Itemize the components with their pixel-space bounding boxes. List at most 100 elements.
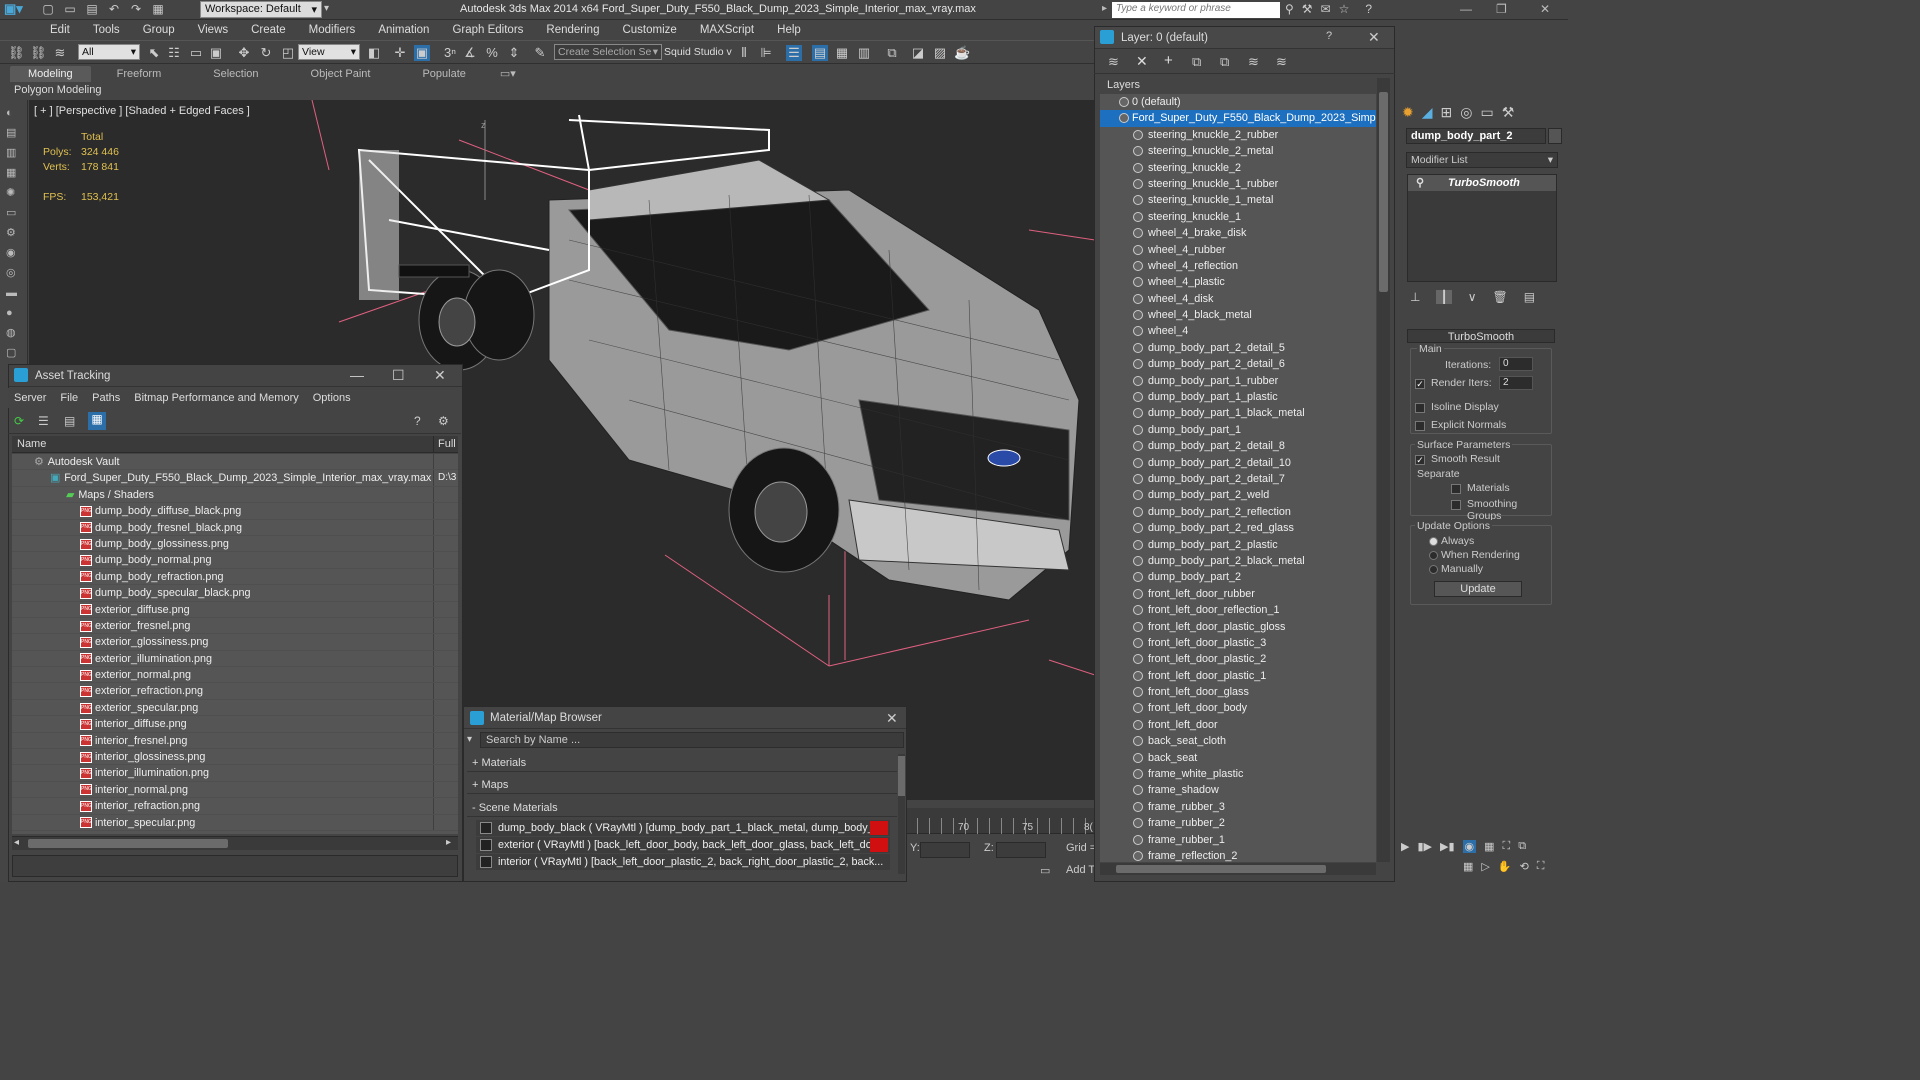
layer-object-row[interactable]: frame_rubber_1 — [1100, 832, 1376, 848]
zoom-all-icon[interactable]: ⛶ — [1503, 840, 1511, 853]
undo-icon[interactable]: ↶ — [106, 2, 122, 16]
add-to-layer-icon[interactable]: + — [1164, 52, 1173, 69]
remove-modifier-icon[interactable]: 🗑 — [1492, 290, 1507, 304]
add-time-tag[interactable]: Add T — [1066, 864, 1095, 876]
map-file-row[interactable]: PNG exterior_illumination.png — [12, 650, 458, 668]
field-of-view-icon[interactable]: ▦ — [1463, 860, 1473, 873]
map-file-row[interactable]: PNG interior_illumination.png — [12, 765, 458, 782]
motion-panel-icon[interactable]: ◎ — [1460, 104, 1472, 121]
asset-tracking-minimize-button[interactable]: — — [350, 367, 364, 383]
shape-tool-icon[interactable]: ▭ — [6, 206, 22, 220]
sphere-tool-icon[interactable]: ● — [6, 306, 22, 320]
layer-window-close-button[interactable]: ✕ — [1368, 29, 1380, 46]
box-tool-icon[interactable]: ▢ — [6, 346, 22, 360]
ribbon-options-icon[interactable]: ▭▾ — [492, 66, 524, 82]
map-file-row[interactable]: PNG dump_body_specular_black.png — [12, 585, 458, 602]
layer-object-row[interactable]: dump_body_part_2_red_glass — [1100, 520, 1376, 536]
layer-object-row[interactable]: dump_body_part_2_plastic — [1100, 537, 1376, 553]
map-file-row[interactable]: PNG exterior_refraction.png — [12, 683, 458, 700]
map-file-row[interactable]: PNG interior_normal.png — [12, 781, 458, 799]
menu-help[interactable]: Help — [777, 24, 801, 36]
pan-icon[interactable]: ▷ — [1481, 860, 1489, 873]
walk-through-icon[interactable]: ⟲ — [1520, 860, 1529, 873]
freeze-all-layers-icon[interactable]: ≋ — [1276, 54, 1287, 70]
map-file-row[interactable]: PNG dump_body_refraction.png — [12, 568, 458, 586]
zoom-extents-icon[interactable]: ▦ — [1484, 840, 1494, 853]
spinner-snap-icon[interactable]: ⇕ — [506, 45, 522, 61]
modifier-turbosmooth[interactable]: ⚲ TurboSmooth — [1408, 175, 1556, 191]
map-file-row[interactable]: PNG dump_body_normal.png — [12, 552, 458, 569]
material-editor-icon[interactable]: ◪ — [910, 45, 926, 61]
map-file-row[interactable]: PNG exterior_specular.png — [12, 699, 458, 717]
at-menu-file[interactable]: File — [60, 392, 78, 404]
material-row-exterior[interactable]: exterior ( VRayMtl ) [back_left_door_bod… — [476, 837, 890, 853]
light-bulb-icon[interactable]: ⚲ — [1416, 175, 1424, 191]
at-menu-server[interactable]: Server — [14, 392, 46, 404]
material-browser-scrollbar[interactable] — [898, 754, 905, 874]
open-file-icon[interactable]: ▭ — [62, 2, 78, 16]
reference-coordinate-dropdown[interactable]: View ▾ — [298, 44, 360, 60]
layer-object-row[interactable]: dump_body_part_2 — [1100, 569, 1376, 585]
hierarchy-tool-icon[interactable]: ▥ — [6, 146, 22, 160]
create-layer-icon[interactable]: ≋ — [1108, 54, 1119, 70]
orbit-icon[interactable]: ✋ — [1498, 860, 1512, 873]
menu-maxscript[interactable]: MAXScript — [700, 24, 754, 36]
layer-object-row[interactable]: wheel_4_black_metal — [1100, 307, 1376, 323]
polygon-modeling-panel[interactable]: Polygon Modeling — [14, 82, 114, 98]
percent-snap-icon[interactable]: % — [484, 45, 500, 61]
maps-folder-row[interactable]: ▰ Maps / Shaders — [12, 486, 458, 504]
at-menu-options[interactable]: Options — [313, 392, 351, 404]
new-file-icon[interactable]: ▢ — [40, 2, 56, 16]
hierarchy-panel-icon[interactable]: ⊞ — [1441, 104, 1453, 121]
binoculars-icon[interactable]: ⚲ — [1285, 2, 1294, 16]
layer-object-row[interactable]: frame_white_plastic — [1100, 766, 1376, 782]
time-config-icon[interactable]: ◉ — [1462, 840, 1477, 853]
map-file-row[interactable]: PNG exterior_normal.png — [12, 667, 458, 684]
redo-icon[interactable]: ↷ — [128, 2, 144, 16]
utilities-panel-icon[interactable]: ⚒ — [1502, 104, 1515, 121]
delete-layer-icon[interactable]: ✕ — [1136, 53, 1148, 70]
maps-section[interactable]: + Maps — [467, 777, 897, 794]
tab-object-paint[interactable]: Object Paint — [285, 66, 397, 82]
select-in-layer-icon[interactable]: ⧉ — [1192, 54, 1201, 70]
layer-object-row[interactable]: dump_body_part_1_black_metal — [1100, 405, 1376, 421]
scene-tool-icon[interactable]: ◐ — [6, 106, 22, 120]
layer-object-row[interactable]: back_seat — [1100, 750, 1376, 766]
browser-options-icon[interactable]: ▾ — [467, 734, 472, 745]
tab-populate[interactable]: Populate — [396, 66, 491, 82]
layer-object-row[interactable]: dump_body_part_2_reflection — [1100, 504, 1376, 520]
y-coord-input[interactable] — [920, 842, 970, 858]
scale-icon[interactable]: ◰ — [280, 45, 296, 61]
named-selection-set-dropdown[interactable]: Create Selection Se ▾ — [554, 44, 662, 60]
menu-views[interactable]: Views — [198, 24, 228, 36]
layer-object-row[interactable]: steering_knuckle_2_rubber — [1100, 127, 1376, 143]
map-file-row[interactable]: PNG interior_specular.png — [12, 814, 458, 831]
render-iters-checkbox[interactable]: ✓ — [1415, 379, 1425, 389]
z-coord-input[interactable] — [996, 842, 1046, 858]
smooth-result-checkbox[interactable]: ✓ — [1415, 455, 1425, 465]
asset-tracking-close-button[interactable]: ✕ — [434, 367, 446, 384]
object-name-field[interactable]: dump_body_part_2 — [1406, 128, 1546, 144]
menu-tools[interactable]: Tools — [93, 24, 120, 36]
select-by-name-icon[interactable]: ☷ — [166, 45, 182, 61]
render-setup-icon[interactable]: ▨ — [932, 45, 948, 61]
layer-object-row[interactable]: wheel_4_brake_disk — [1100, 225, 1376, 241]
layer-object-row[interactable]: frame_shadow — [1100, 782, 1376, 798]
table-view-icon[interactable]: ▦ — [88, 412, 106, 430]
vault-row[interactable]: ⚙ Autodesk Vault — [12, 454, 458, 471]
modify-panel-icon[interactable]: ◢ — [1422, 104, 1433, 121]
project-folder-icon[interactable]: ▦ — [150, 2, 166, 16]
layer-object-row[interactable]: front_left_door_plastic_gloss — [1100, 619, 1376, 635]
motion-tool-icon[interactable]: ▦ — [6, 166, 22, 180]
mirror-icon[interactable]: ⫴ — [736, 45, 752, 61]
turbosmooth-rollout[interactable]: TurboSmooth — [1407, 329, 1555, 343]
workspace-menu-icon[interactable]: ▾ — [324, 3, 329, 14]
layer-selected-ford[interactable]: Ford_Super_Duty_F550_Black_Dump_2023_Sim… — [1100, 110, 1376, 127]
manually-radio[interactable] — [1429, 565, 1438, 574]
at-menu-bitmap[interactable]: Bitmap Performance and Memory — [134, 392, 298, 404]
menu-group[interactable]: Group — [143, 24, 175, 36]
restore-button[interactable]: ❐ — [1496, 2, 1507, 16]
layer-object-row[interactable]: dump_body_part_2_black_metal — [1100, 553, 1376, 569]
map-file-row[interactable]: PNG dump_body_glossiness.png — [12, 535, 458, 553]
layer-object-row[interactable]: wheel_4_disk — [1100, 291, 1376, 307]
